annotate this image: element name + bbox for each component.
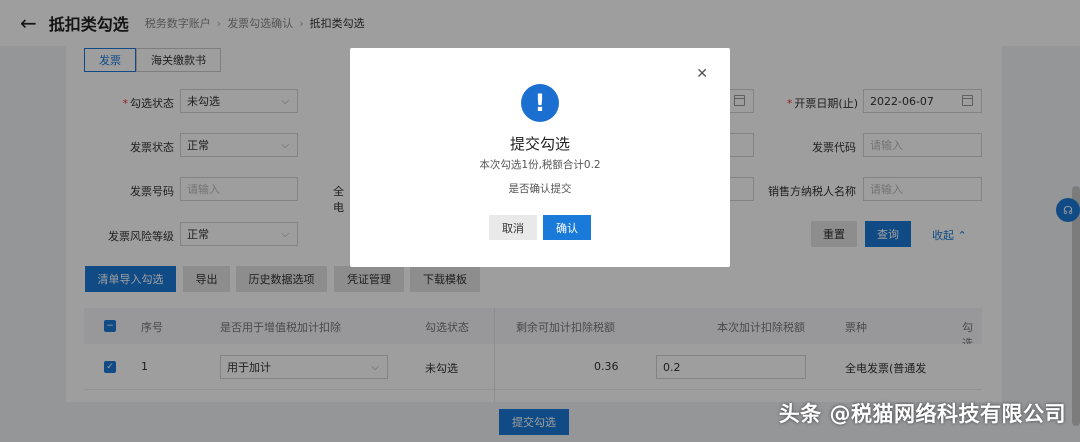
watermark: 头条 @税猫网络科技有限公司	[778, 402, 1066, 426]
dialog-title: 提交勾选	[509, 135, 570, 153]
dialog-question: 是否确认提交	[508, 183, 572, 195]
exclamation-icon: !	[521, 84, 559, 122]
confirm-button[interactable]: 确认	[543, 215, 591, 240]
cancel-button[interactable]: 取消	[489, 215, 537, 240]
confirm-dialog: ✕ ! 提交勾选 本次勾选1份,税额合计0.2 是否确认提交 取消 确认	[350, 48, 730, 267]
close-icon[interactable]: ✕	[696, 66, 708, 82]
dialog-summary: 本次勾选1份,税额合计0.2	[479, 159, 601, 171]
